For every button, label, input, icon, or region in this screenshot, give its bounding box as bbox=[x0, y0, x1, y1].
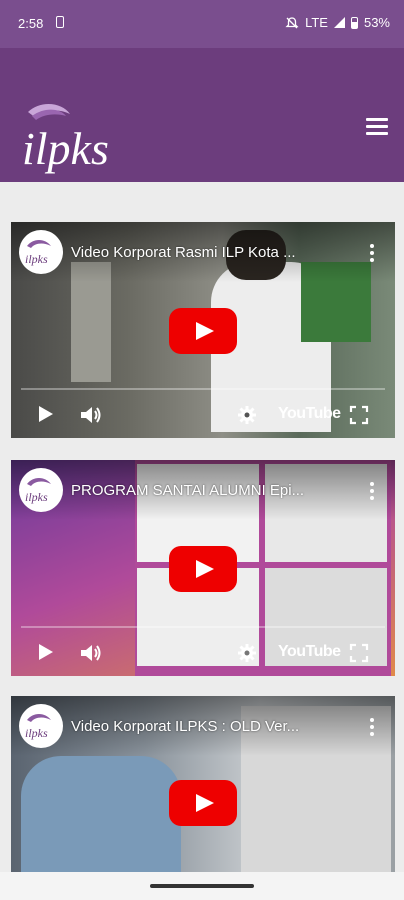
more-options-icon[interactable] bbox=[369, 718, 375, 738]
thumbnail-figures bbox=[21, 756, 181, 874]
network-type: LTE bbox=[305, 15, 328, 30]
sim-icon bbox=[56, 16, 64, 28]
more-options-icon[interactable] bbox=[369, 482, 375, 502]
ilpks-logo[interactable]: ilpks bbox=[18, 98, 128, 178]
player-controls: YouTube bbox=[11, 394, 395, 438]
fullscreen-icon[interactable] bbox=[349, 405, 369, 425]
youtube-logo[interactable]: YouTube bbox=[278, 643, 341, 661]
status-bar: 2:58 LTE 53% bbox=[0, 0, 404, 48]
video-card-2[interactable]: ilpks PROGRAM SANTAI ALUMNI Epi... YouTu… bbox=[11, 460, 395, 676]
channel-avatar[interactable]: ilpks bbox=[19, 468, 63, 512]
svg-text:ilpks: ilpks bbox=[25, 726, 48, 740]
channel-avatar[interactable]: ilpks bbox=[19, 704, 63, 748]
signal-icon bbox=[333, 17, 345, 28]
svg-text:ilpks: ilpks bbox=[25, 252, 48, 266]
home-gesture-handle[interactable] bbox=[150, 884, 254, 888]
status-icons: LTE 53% bbox=[285, 15, 390, 30]
volume-icon[interactable] bbox=[79, 642, 103, 664]
battery-icon bbox=[350, 16, 358, 29]
video-title[interactable]: PROGRAM SANTAI ALUMNI Epi... bbox=[71, 482, 347, 499]
menu-button[interactable] bbox=[366, 118, 388, 136]
play-button[interactable] bbox=[169, 780, 237, 826]
svg-text:ilpks: ilpks bbox=[25, 490, 48, 504]
youtube-logo[interactable]: YouTube bbox=[278, 405, 341, 423]
settings-gear-icon[interactable] bbox=[237, 405, 257, 425]
progress-bar[interactable] bbox=[21, 388, 385, 390]
fullscreen-icon[interactable] bbox=[349, 643, 369, 663]
app-header: ilpks bbox=[0, 48, 404, 182]
play-button[interactable] bbox=[169, 546, 237, 592]
progress-bar[interactable] bbox=[21, 626, 385, 628]
svg-text:ilpks: ilpks bbox=[22, 123, 109, 174]
video-title[interactable]: Video Korporat ILPKS : OLD Ver... bbox=[71, 718, 347, 735]
channel-avatar[interactable]: ilpks bbox=[19, 230, 63, 274]
video-title[interactable]: Video Korporat Rasmi ILP Kota ... bbox=[71, 244, 347, 261]
play-button[interactable] bbox=[169, 308, 237, 354]
play-icon[interactable] bbox=[39, 406, 53, 422]
volume-icon[interactable] bbox=[79, 404, 103, 426]
video-card-1[interactable]: ilpks Video Korporat Rasmi ILP Kota ... … bbox=[11, 222, 395, 438]
status-time: 2:58 bbox=[18, 16, 44, 31]
battery-percent: 53% bbox=[363, 15, 390, 30]
more-options-icon[interactable] bbox=[369, 244, 375, 264]
settings-gear-icon[interactable] bbox=[237, 643, 257, 663]
video-card-3[interactable]: ilpks Video Korporat ILPKS : OLD Ver... bbox=[11, 696, 395, 874]
player-controls: YouTube bbox=[11, 632, 395, 676]
play-icon[interactable] bbox=[39, 644, 53, 660]
mute-icon bbox=[285, 16, 299, 28]
